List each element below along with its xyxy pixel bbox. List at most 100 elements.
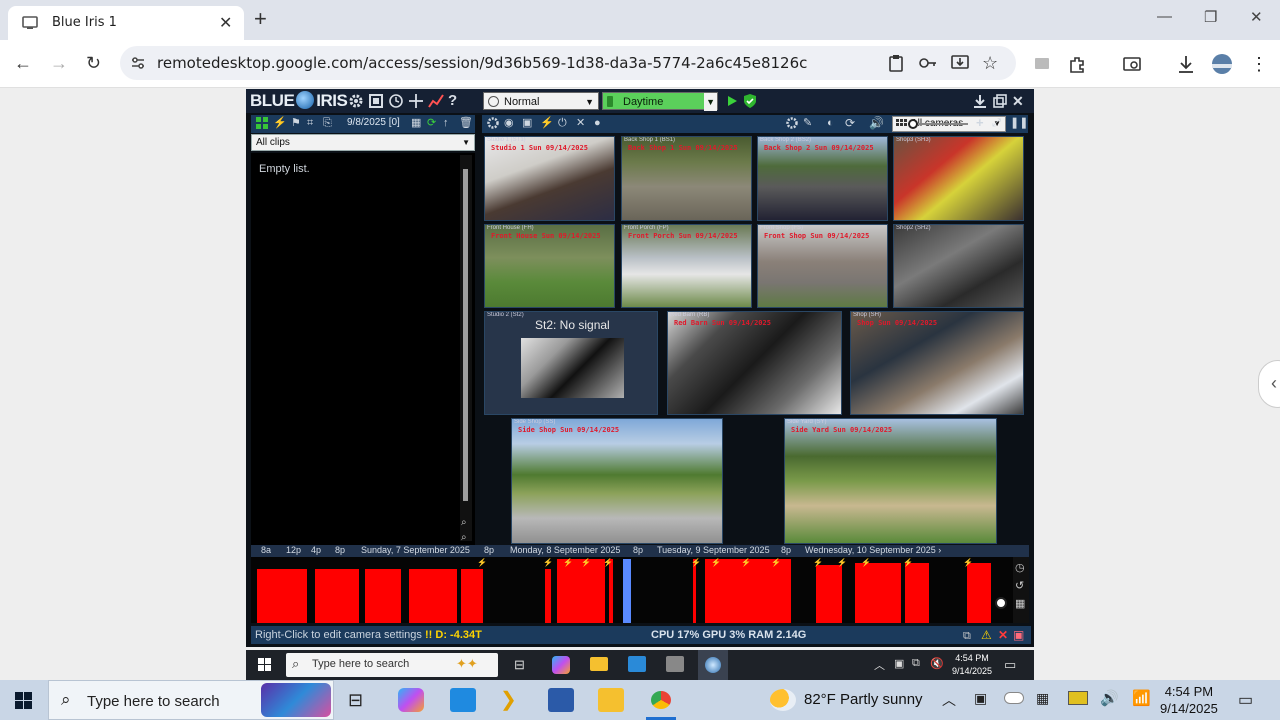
zoom-in-icon[interactable]: ⌕ (461, 517, 467, 528)
menu-dots-icon[interactable]: ⋮ (1250, 54, 1270, 74)
chevron-up-icon[interactable]: ︿ (942, 690, 956, 710)
download-icon[interactable] (972, 93, 988, 109)
remote-clock[interactable]: 4:54 PM 9/14/2025 (952, 652, 992, 678)
wifi-icon[interactable]: 📶 (1132, 689, 1151, 707)
camera-tile-side-shop[interactable]: Side Shop (SS) Side Shop Sun 09/14/2025 (511, 418, 723, 544)
timeline-clip-block[interactable] (905, 563, 929, 623)
clips-timeline[interactable]: 8a 12p 4p 8p Sunday, 7 September 2025 8p… (251, 545, 1029, 623)
speaker-icon[interactable]: 🔊 (869, 116, 885, 132)
stats-chart-icon[interactable] (428, 93, 444, 109)
lock-icon[interactable]: ▣ (1013, 626, 1024, 644)
flag-icon[interactable]: ⚑ (291, 116, 307, 132)
browser-tab[interactable]: Blue Iris 1 ✕ (8, 6, 244, 40)
scrollbar-thumb[interactable] (463, 169, 468, 501)
camera-settings-icon[interactable] (486, 116, 502, 132)
network-icon[interactable]: ⧉ (963, 627, 971, 645)
clock-icon[interactable] (388, 93, 404, 109)
network-icon[interactable]: ⧉ (912, 657, 920, 670)
timeline-clip-block[interactable] (855, 563, 901, 623)
remote-search-box[interactable]: ⌕ Type here to search ✦✦ (286, 653, 498, 677)
notification-icon[interactable]: ▭ (1004, 657, 1016, 673)
store-icon[interactable] (628, 656, 646, 672)
gear-icon[interactable] (785, 116, 801, 132)
crop-icon[interactable]: ⌗ (307, 116, 323, 132)
shield-check-icon[interactable] (742, 93, 758, 109)
timeline-clip-block[interactable] (609, 559, 613, 623)
task-view-icon[interactable]: ⊟ (348, 688, 374, 712)
camera-tile-studio-2[interactable]: Studio 2 (St2) St2: No signal (484, 311, 658, 415)
timeline-position-marker[interactable] (623, 559, 631, 623)
security-icon[interactable]: ▦ (1036, 690, 1049, 707)
camera-tile-studio-1[interactable]: Studio 1 (ST1) Studio 1 Sun 09/14/2025 (484, 136, 615, 221)
clips-date[interactable]: 9/8/2025 [0] (347, 117, 400, 128)
host-clock[interactable]: 4:54 PM 9/14/2025 (1160, 683, 1218, 717)
extensions-icon[interactable] (1068, 54, 1088, 74)
password-key-icon[interactable] (918, 53, 938, 73)
calculator-icon[interactable] (450, 688, 476, 712)
history-icon[interactable]: ↺ (1015, 579, 1024, 592)
clips-filter-select[interactable]: All clips ▼ (251, 134, 475, 151)
export-icon[interactable]: ⎘ (323, 116, 339, 132)
timeline-clip-block[interactable] (557, 559, 605, 623)
timeline-scrubber-handle[interactable] (995, 597, 1007, 609)
camera-tile-red-barn[interactable]: Red Barn (RB) Red Barn Sun 09/14/2025 (667, 311, 842, 415)
camera-tile-side-yard[interactable]: Side Yard (SY) Side Yard Sun 09/14/2025 (784, 418, 997, 544)
refresh-icon[interactable]: ⟳ (845, 116, 861, 132)
camera-tile-shop2[interactable]: Shop2 (SH2) (893, 224, 1024, 308)
reload-icon[interactable]: ↻ (86, 53, 101, 74)
camera-tile-shop[interactable]: Shop (SH) Shop Sun 09/14/2025 (850, 311, 1024, 415)
clips-scrollbar[interactable] (460, 155, 472, 541)
file-explorer-icon[interactable] (598, 688, 624, 712)
timeline-clip-block[interactable] (816, 565, 842, 623)
camera-tile-front-house[interactable]: Front House (FH) Front House Sun 09/14/2… (484, 224, 615, 308)
plex-icon[interactable]: ❯ (500, 688, 526, 712)
disk-warning[interactable]: !! D: -4.34T (425, 626, 482, 644)
clips-grid-icon[interactable] (255, 116, 271, 132)
cycle-icon[interactable]: ◐ (827, 116, 843, 132)
copilot-icon[interactable] (398, 688, 424, 712)
host-search-box[interactable]: ⌕ Type here to search (48, 680, 334, 720)
blue-iris-taskbar-button[interactable] (698, 650, 728, 680)
forward-icon[interactable]: → (50, 53, 68, 74)
timeline-clip-block[interactable] (545, 569, 551, 623)
chrome-icon[interactable] (648, 688, 674, 712)
schedule-select[interactable]: Daytime ▼ (602, 92, 718, 111)
zoom-out-icon[interactable]: ⌕ (461, 532, 467, 543)
windows-start-icon[interactable] (258, 658, 272, 672)
power-icon[interactable]: ⏻ (558, 116, 574, 132)
arrow-up-icon[interactable]: ↑ (443, 116, 459, 132)
clock-icon[interactable]: ◷ (1015, 561, 1025, 574)
clipboard-icon[interactable] (886, 53, 906, 73)
timeline-clip-block[interactable] (257, 569, 307, 623)
timeline-clip-block[interactable] (365, 569, 401, 623)
restore-window-icon[interactable] (992, 93, 1008, 109)
calendar-icon[interactable]: ▦ (411, 116, 427, 132)
back-icon[interactable]: ← (14, 53, 32, 74)
weather-text[interactable]: 82°F Partly sunny (804, 691, 923, 708)
timeline-clip-block[interactable] (693, 559, 696, 623)
help-icon[interactable]: ? (448, 93, 464, 109)
new-tab-button[interactable]: + (254, 7, 267, 31)
mute-icon[interactable]: ✕ (576, 116, 592, 132)
download-icon[interactable] (1176, 54, 1196, 74)
timeline-clip-block[interactable] (461, 569, 483, 623)
profile-avatar[interactable] (1212, 54, 1232, 74)
task-view-icon[interactable]: ⊟ (514, 657, 525, 673)
move-icon[interactable] (408, 93, 424, 109)
trash-icon[interactable]: 🗑 (459, 116, 475, 132)
play-icon[interactable] (724, 93, 740, 109)
timeline-clip-block[interactable] (967, 563, 991, 623)
expand-icon[interactable]: ⤢ (992, 116, 1008, 132)
close-tab-icon[interactable]: ✕ (219, 13, 232, 33)
site-info-icon[interactable] (130, 55, 146, 71)
onedrive-icon[interactable] (1004, 692, 1024, 704)
calendar-icon[interactable]: ▦ (1015, 597, 1025, 610)
refresh-icon[interactable]: ⟳ (427, 116, 443, 132)
profile-select[interactable]: Normal ▼ (483, 92, 599, 110)
restore-icon[interactable]: ❐ (1204, 8, 1217, 26)
volume-slider-handle[interactable] (908, 119, 918, 129)
copilot-icon[interactable] (552, 656, 570, 674)
tab-search-icon[interactable] (1122, 54, 1142, 74)
windows-start-icon[interactable] (15, 692, 33, 710)
tray-app-icon[interactable]: ▣ (894, 657, 904, 670)
